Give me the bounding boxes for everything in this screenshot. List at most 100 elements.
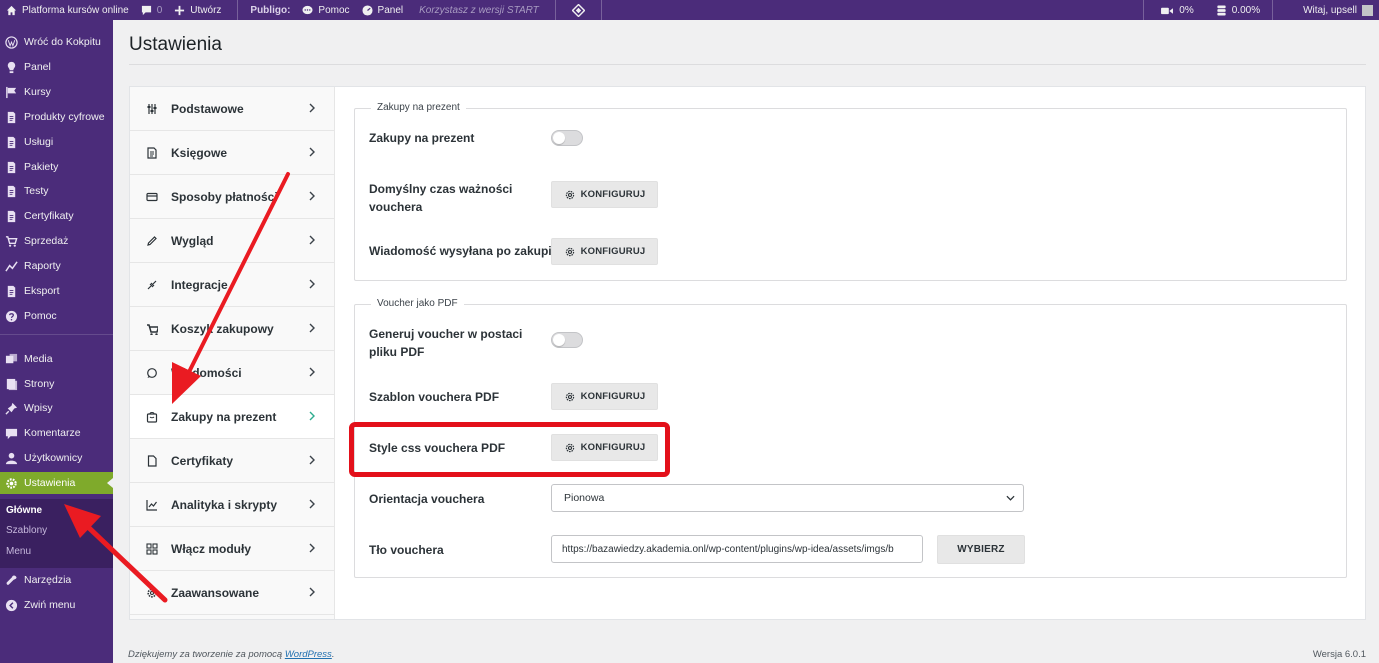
sidebar-item-1[interactable]: Panel bbox=[0, 56, 113, 78]
background-url-value: https://bazawiedzy.akademia.onl/wp-conte… bbox=[562, 543, 894, 555]
help-link[interactable]: Pomoc bbox=[296, 0, 355, 20]
settings-icon bbox=[6, 477, 17, 489]
configure-validity-button[interactable]: KONFIGURUJ bbox=[551, 181, 658, 208]
choose-background-button[interactable]: WYBIERZ bbox=[937, 535, 1025, 564]
settings-nav-item-9[interactable]: Analityka i skrypty bbox=[130, 483, 334, 527]
sidebar-item-5[interactable]: Pakiety bbox=[0, 156, 113, 178]
sidebar-item-19[interactable]: Zwiń menu bbox=[0, 594, 113, 616]
sidebar-item-2[interactable]: Kursy bbox=[0, 81, 113, 103]
submenu-item-szablony[interactable]: Szablony bbox=[6, 525, 47, 536]
sidebar-item-17[interactable]: Ustawienia bbox=[0, 472, 113, 494]
submenu-item-glowne[interactable]: Główne bbox=[6, 505, 42, 516]
settings-panel: Podstawowe Księgowe Sposoby płatności Wyglą… bbox=[129, 86, 1366, 620]
chat-icon bbox=[302, 5, 313, 14]
panel-link[interactable]: Panel bbox=[356, 0, 410, 20]
generate-pdf-toggle[interactable] bbox=[551, 332, 583, 348]
configure-message-button[interactable]: KONFIGURUJ bbox=[551, 238, 658, 265]
sidebar-item-label: Użytkownicy bbox=[24, 452, 83, 464]
settings-nav-label: Analityka i skrypty bbox=[171, 497, 278, 512]
chevron-right-icon bbox=[309, 279, 315, 289]
submenu-item-menu[interactable]: Menu bbox=[6, 546, 31, 557]
wordpress-icon bbox=[5, 35, 18, 49]
sidebar-item-label: Wpisy bbox=[24, 402, 53, 414]
sidebar-item-7[interactable]: Certyfikaty bbox=[0, 205, 113, 227]
publigo-logo-link[interactable] bbox=[556, 0, 601, 20]
sidebar-item-10[interactable]: Eksport bbox=[0, 280, 113, 302]
purchase-message-label: Wiadomość wysyłana po zakupie bbox=[369, 244, 559, 258]
database-icon bbox=[1217, 4, 1226, 16]
settings-nav-item-10[interactable]: Włącz moduły bbox=[130, 527, 334, 571]
new-content-label: Utwórz bbox=[190, 4, 222, 16]
sidebar-item-6[interactable]: Testy bbox=[0, 180, 113, 202]
chevron-right-icon bbox=[309, 367, 315, 377]
sidebar-item-12[interactable]: Media bbox=[0, 348, 113, 370]
chevron-right-icon bbox=[309, 191, 315, 201]
sliders-icon bbox=[147, 103, 157, 114]
settings-nav-item-3[interactable]: Wygląd bbox=[130, 219, 334, 263]
configure-template-button[interactable]: KONFIGURUJ bbox=[551, 383, 658, 410]
account-menu[interactable]: Witaj, upsell bbox=[1273, 0, 1379, 20]
wordpress-link[interactable]: WordPress bbox=[285, 649, 332, 660]
sidebar-item-15[interactable]: Komentarze bbox=[0, 422, 113, 444]
footer-thanks-suffix: . bbox=[331, 649, 335, 660]
plus-icon bbox=[175, 5, 185, 15]
admin-sidebar: Główne Szablony Menu Wróć do Kokpitu Pane… bbox=[0, 20, 113, 663]
site-name-link[interactable]: Platforma kursów online bbox=[0, 0, 135, 20]
generate-pdf-label: Generuj voucher w postaci pliku PDF bbox=[369, 327, 523, 359]
sidebar-item-11[interactable]: Pomoc bbox=[0, 305, 113, 327]
gift-purchases-toggle[interactable] bbox=[551, 130, 583, 146]
comments-link[interactable]: 0 bbox=[135, 0, 169, 20]
sidebar-item-0[interactable]: Wróć do Kokpitu bbox=[0, 31, 113, 53]
dashboard-icon bbox=[361, 4, 373, 16]
chevron-right-icon bbox=[309, 147, 315, 157]
wrench-icon bbox=[6, 574, 17, 585]
configure-label: KONFIGURUJ bbox=[580, 246, 646, 257]
sidebar-item-16[interactable]: Użytkownicy bbox=[0, 447, 113, 469]
settings-nav-item-2[interactable]: Sposoby płatności bbox=[130, 175, 334, 219]
publigo-brand: Publigo: bbox=[238, 0, 296, 20]
settings-nav-item-11[interactable]: Zaawansowane bbox=[130, 571, 334, 615]
sidebar-item-8[interactable]: Sprzedaż bbox=[0, 230, 113, 252]
storage-usage[interactable]: 0.00% bbox=[1206, 0, 1272, 20]
settings-nav-item-1[interactable]: Księgowe bbox=[130, 131, 334, 175]
settings-nav-label: Wiadomości bbox=[171, 365, 242, 380]
gear-icon bbox=[565, 190, 574, 199]
avatar bbox=[1362, 4, 1373, 16]
sidebar-item-label: Raporty bbox=[24, 260, 61, 272]
sidebar-item-label: Eksport bbox=[24, 285, 60, 297]
settings-nav-item-6[interactable]: Wiadomości bbox=[130, 351, 334, 395]
video-usage[interactable]: 0% bbox=[1144, 0, 1205, 20]
flag-icon bbox=[6, 86, 17, 98]
sidebar-item-label: Media bbox=[24, 353, 53, 365]
help-label: Pomoc bbox=[318, 4, 350, 16]
storage-usage-value: 0.00% bbox=[1231, 4, 1261, 16]
file-icon bbox=[147, 454, 157, 467]
sidebar-item-label: Pomoc bbox=[24, 310, 57, 322]
sidebar-item-3[interactable]: Produkty cyfrowe bbox=[0, 106, 113, 128]
settings-nav-label: Integracje bbox=[171, 277, 228, 292]
sidebar-item-9[interactable]: Raporty bbox=[0, 255, 113, 277]
settings-nav-item-0[interactable]: Podstawowe bbox=[130, 87, 334, 131]
page-icon bbox=[6, 378, 18, 390]
new-content-link[interactable]: Utwórz bbox=[168, 0, 227, 20]
sidebar-separator bbox=[0, 334, 113, 335]
pencil-icon bbox=[147, 235, 157, 246]
settings-nav-label: Wygląd bbox=[171, 233, 214, 248]
message-icon bbox=[147, 367, 157, 378]
settings-nav-item-8[interactable]: Certyfikaty bbox=[130, 439, 334, 483]
sidebar-item-18[interactable]: Narzędzia bbox=[0, 569, 113, 591]
sidebar-item-label: Kursy bbox=[24, 86, 51, 98]
sidebar-item-14[interactable]: Wpisy bbox=[0, 397, 113, 419]
settings-nav-item-7[interactable]: Zakupy na prezent bbox=[130, 395, 334, 439]
home-icon bbox=[6, 5, 17, 15]
sidebar-item-4[interactable]: Usługi bbox=[0, 131, 113, 153]
sidebar-item-13[interactable]: Strony bbox=[0, 373, 113, 395]
background-url-input[interactable]: https://bazawiedzy.akademia.onl/wp-conte… bbox=[551, 535, 923, 563]
orientation-select[interactable]: Pionowa bbox=[551, 484, 1024, 512]
comment-icon bbox=[141, 5, 151, 15]
settings-nav-item-5[interactable]: Koszyk zakupowy bbox=[130, 307, 334, 351]
settings-nav-item-4[interactable]: Integracje bbox=[130, 263, 334, 307]
sidebar-item-label: Ustawienia bbox=[24, 477, 76, 489]
sidebar-item-label: Panel bbox=[24, 61, 51, 73]
chevron-down-icon bbox=[1006, 495, 1015, 501]
